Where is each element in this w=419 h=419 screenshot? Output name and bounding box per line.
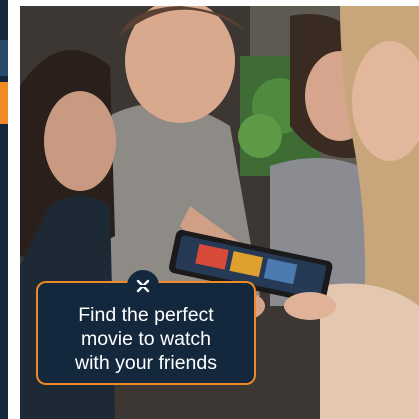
brand-badge bbox=[127, 270, 159, 302]
previous-slide-highlight bbox=[0, 82, 8, 124]
x-logo-icon bbox=[136, 279, 150, 293]
previous-slide-accent bbox=[0, 40, 8, 76]
caption-text: Find the perfect movie to watch with you… bbox=[75, 304, 217, 374]
carousel-frame: Find the perfect movie to watch with you… bbox=[0, 0, 419, 419]
